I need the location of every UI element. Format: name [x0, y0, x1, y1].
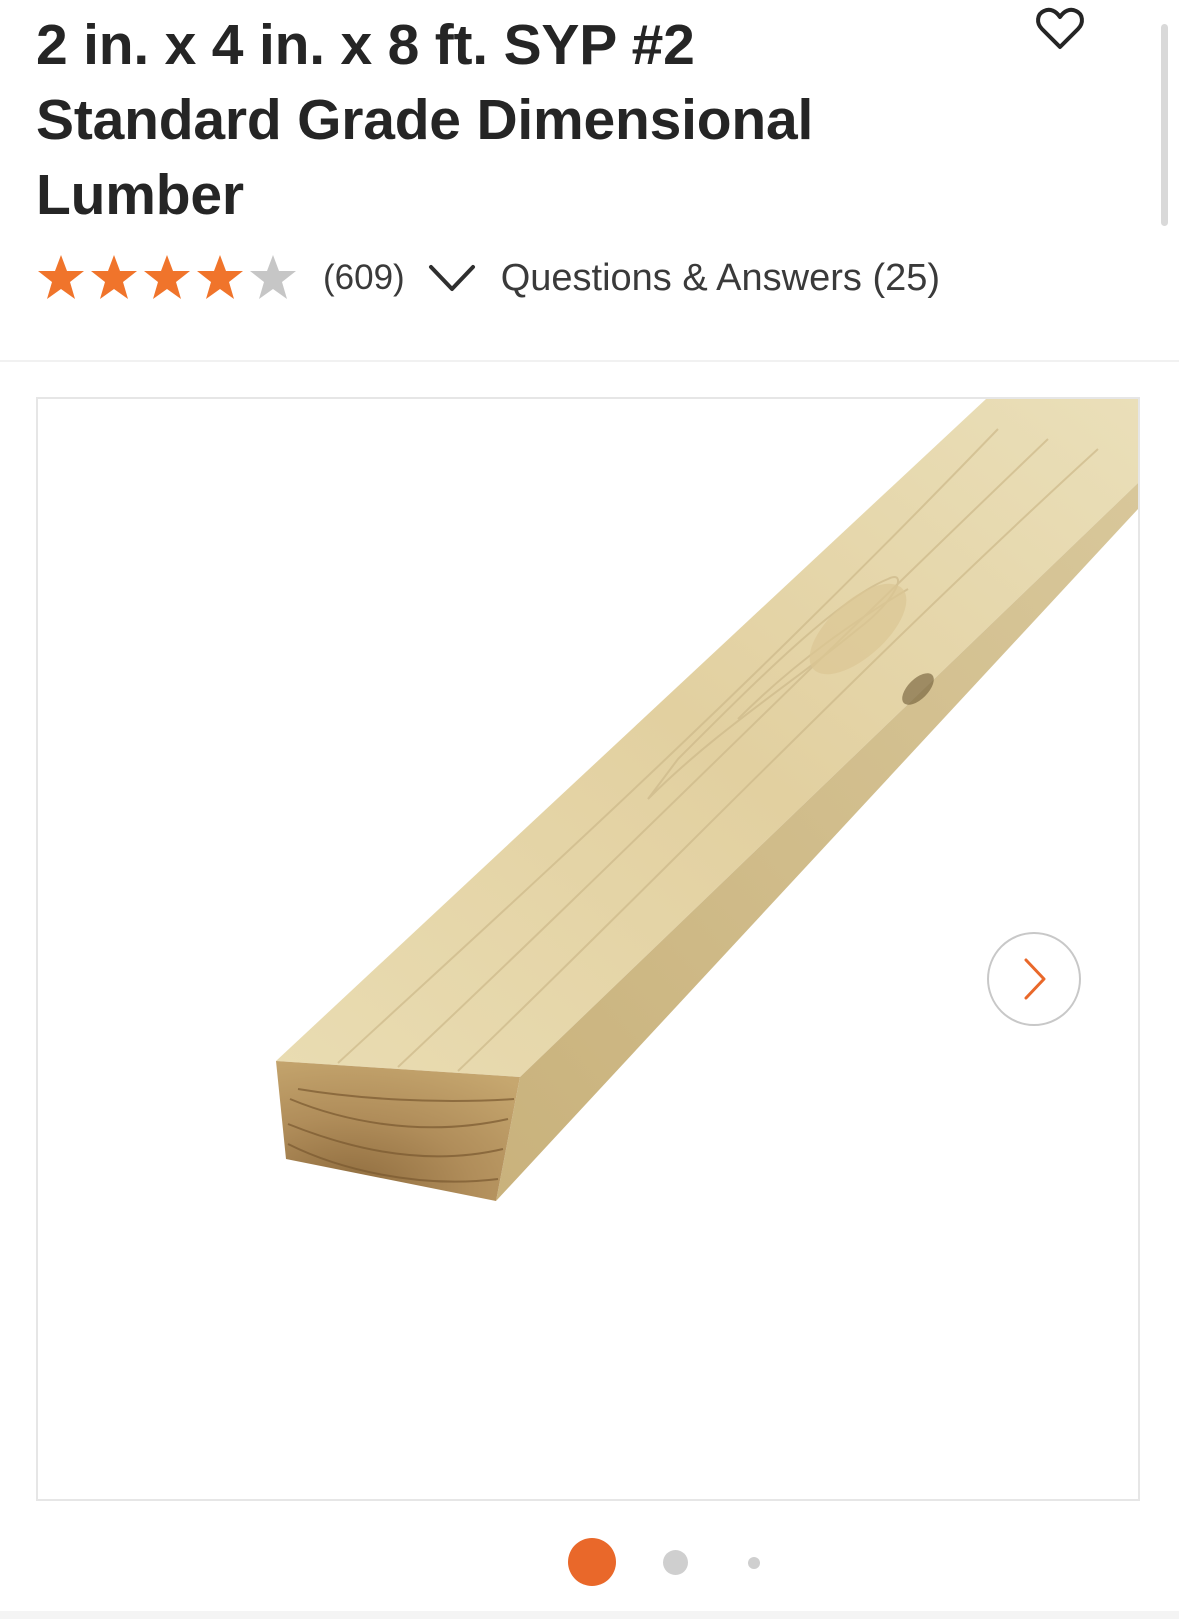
star-empty-icon [250, 255, 296, 299]
chevron-down-icon[interactable] [427, 261, 477, 295]
section-divider [0, 360, 1179, 362]
carousel-dot[interactable] [663, 1550, 688, 1575]
star-filled-icon [38, 255, 84, 299]
star-filled-icon [197, 255, 243, 299]
carousel-dot[interactable] [748, 1557, 760, 1569]
questions-answers-link[interactable]: Questions & Answers (25) [501, 257, 940, 300]
carousel-dot-active[interactable] [568, 1538, 616, 1586]
star-rating[interactable] [36, 253, 301, 303]
scrollbar[interactable] [1161, 24, 1168, 226]
heart-outline-icon [1036, 7, 1084, 49]
chevron-right-icon [1024, 958, 1046, 1000]
star-filled-icon [144, 255, 190, 299]
star-filled-icon [91, 255, 137, 299]
next-image-button[interactable] [987, 932, 1081, 1026]
bottom-edge [0, 1611, 1179, 1619]
product-image-gallery[interactable] [36, 397, 1140, 1501]
product-image [276, 399, 1138, 1201]
product-title: 2 in. x 4 in. x 8 ft. SYP #2 Standard Gr… [36, 13, 814, 227]
review-count[interactable]: (609) [323, 258, 405, 298]
product-header: 2 in. x 4 in. x 8 ft. SYP #2 Standard Gr… [0, 0, 1179, 360]
favorite-button[interactable] [1034, 2, 1086, 54]
rating-row: (609) Questions & Answers (25) [36, 248, 940, 308]
